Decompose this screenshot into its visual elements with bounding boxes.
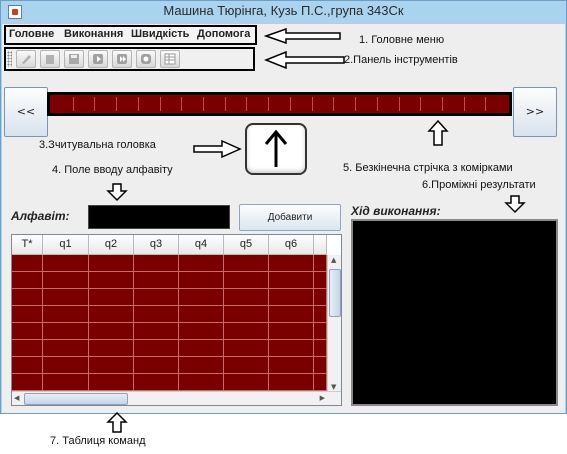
alphabet-label: Алфавіт: — [11, 209, 70, 223]
tape — [47, 92, 512, 116]
edit-button[interactable] — [16, 50, 36, 68]
arrow-up-icon — [264, 129, 288, 167]
window-title: Машина Тюрінга, Кузь П.С.,група 343Ск — [163, 3, 404, 18]
annotation-tape: 5. Безкінечна стрічка з комірками — [343, 162, 513, 174]
tape-cell[interactable] — [204, 97, 226, 111]
command-table: T* q1 q2 q3 q4 q5 q6 ▲ ▼ ◀ ▶ — [11, 234, 342, 406]
menu-item-help[interactable]: Допомога — [197, 28, 250, 40]
arrow-left-icon — [264, 28, 341, 44]
scroll-left-icon[interactable]: ◀ — [14, 394, 19, 402]
table-row[interactable] — [12, 306, 327, 323]
tape-cell[interactable] — [421, 97, 443, 111]
client-area: Головне Виконання Швидкість Допомога << … — [2, 23, 565, 413]
tape-cell[interactable] — [290, 97, 313, 111]
tape-cell[interactable] — [138, 97, 161, 111]
column-header[interactable]: T* — [12, 235, 43, 255]
tape-cell[interactable] — [73, 97, 96, 111]
table-row[interactable] — [12, 272, 327, 289]
table-row[interactable] — [12, 340, 327, 357]
annotation-read-head: 3.Зчитувальна головка — [39, 139, 156, 151]
tape-cell[interactable] — [247, 97, 270, 111]
toolbar — [4, 47, 255, 71]
toolbar-grip[interactable] — [7, 51, 12, 67]
column-header[interactable]: q3 — [134, 235, 179, 255]
column-header[interactable]: q5 — [224, 235, 269, 255]
reset-icon — [141, 54, 151, 64]
annotation-main-menu: 1. Головне меню — [359, 34, 445, 46]
add-button[interactable]: Добавити — [239, 204, 341, 231]
tape-cell[interactable] — [95, 97, 118, 111]
tape-cell[interactable] — [334, 97, 357, 111]
column-header-extra — [314, 235, 327, 255]
annotation-table: 7. Таблиця команд — [50, 435, 146, 447]
menu-item-main[interactable]: Головне — [9, 28, 54, 40]
edit-icon — [22, 55, 31, 64]
tape-cell[interactable] — [377, 97, 400, 111]
tape-cell[interactable] — [160, 97, 183, 111]
arrow-down-icon — [504, 195, 526, 214]
arrow-up-icon — [106, 412, 128, 433]
tape-right-button[interactable]: >> — [513, 87, 557, 137]
table-row[interactable] — [12, 374, 327, 391]
table-button[interactable] — [160, 50, 180, 68]
main-menu: Головне Виконання Швидкість Допомога — [4, 25, 257, 45]
delete-icon — [46, 55, 54, 64]
table-row[interactable] — [12, 255, 327, 272]
arrow-up-icon — [427, 119, 449, 146]
tape-cell[interactable] — [182, 97, 205, 111]
annotation-toolbar: 2.Панель інструментів — [344, 54, 458, 66]
menu-item-execute[interactable]: Виконання — [64, 28, 123, 40]
table-row[interactable] — [12, 357, 327, 374]
page: Машина Тюрінга, Кузь П.С.,група 343Ск Го… — [0, 0, 567, 454]
app-window: Машина Тюрінга, Кузь П.С.,група 343Ск Го… — [0, 0, 567, 414]
tape-cell[interactable] — [442, 97, 465, 111]
table-icon — [164, 53, 176, 65]
save-icon — [69, 54, 79, 64]
tape-cell[interactable] — [52, 97, 74, 111]
vertical-scroll-thumb[interactable] — [329, 269, 341, 317]
annotation-alphabet-input: 4. Поле вводу алфавіту — [52, 164, 173, 176]
step-button[interactable] — [112, 50, 132, 68]
play-icon — [93, 54, 103, 64]
column-header[interactable]: q4 — [179, 235, 224, 255]
column-header[interactable]: q2 — [89, 235, 134, 255]
arrow-right-icon — [193, 139, 242, 159]
read-head-button[interactable] — [245, 123, 307, 175]
tape-cell[interactable] — [464, 97, 487, 111]
scroll-down-icon[interactable]: ▼ — [331, 383, 336, 391]
scroll-right-icon[interactable]: ▶ — [320, 394, 325, 402]
annotation-progress: 6.Проміжні результати — [422, 179, 536, 191]
tape-cell[interactable] — [117, 97, 139, 111]
tape-cell[interactable] — [356, 97, 378, 111]
arrow-down-icon — [106, 183, 128, 202]
arrow-left-icon — [264, 51, 345, 69]
play-button[interactable] — [88, 50, 108, 68]
tape-cell[interactable] — [225, 97, 248, 111]
menu-item-speed[interactable]: Швидкість — [131, 28, 189, 40]
delete-button[interactable] — [40, 50, 60, 68]
progress-label: Хід виконання: — [351, 204, 441, 218]
horizontal-scrollbar[interactable]: ◀ ▶ — [12, 391, 341, 405]
horizontal-scroll-thumb[interactable] — [24, 393, 128, 405]
reset-button[interactable] — [136, 50, 156, 68]
step-icon — [117, 54, 127, 64]
tape-cell[interactable] — [486, 97, 508, 111]
tape-cell[interactable] — [399, 97, 422, 111]
column-header[interactable]: q6 — [269, 235, 314, 255]
table-body — [12, 255, 327, 392]
tape-left-button[interactable]: << — [4, 87, 48, 137]
table-header: T* q1 q2 q3 q4 q5 q6 — [12, 235, 327, 255]
alphabet-input[interactable] — [88, 205, 230, 229]
tape-cell[interactable] — [269, 97, 291, 111]
tape-cell[interactable] — [312, 97, 335, 111]
table-row[interactable] — [12, 323, 327, 340]
title-bar: Машина Тюрінга, Кузь П.С.,група 343Ск — [1, 1, 566, 23]
table-row[interactable] — [12, 289, 327, 306]
scroll-up-icon[interactable]: ▲ — [331, 256, 336, 264]
progress-output[interactable] — [351, 219, 558, 406]
vertical-scrollbar[interactable]: ▲ ▼ — [327, 255, 341, 392]
save-button[interactable] — [64, 50, 84, 68]
column-header[interactable]: q1 — [43, 235, 89, 255]
